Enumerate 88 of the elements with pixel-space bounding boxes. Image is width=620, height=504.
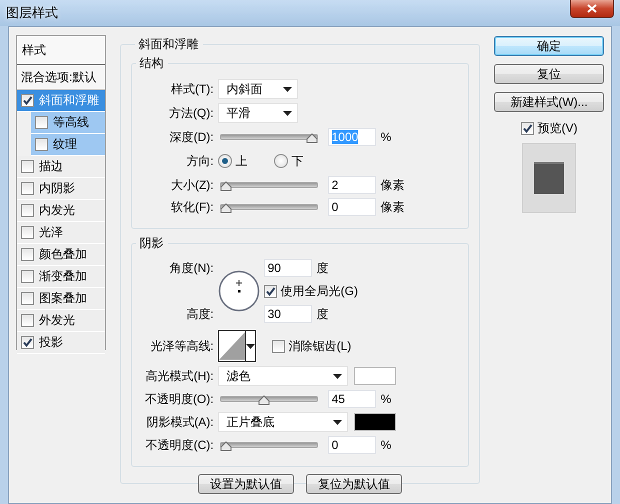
color-swatch[interactable] [354,413,396,431]
group-title: 阴影 [140,236,164,250]
checkbox[interactable] [272,340,285,352]
close-button[interactable] [570,0,614,18]
dropdown[interactable]: 平滑 [218,103,298,123]
unit-label: % [380,130,392,144]
slider-thumb[interactable] [220,203,232,213]
checkbox[interactable] [21,226,34,239]
caret-icon [332,374,342,378]
field-label: 方向: [185,152,215,170]
list-header: 样式 [22,42,46,58]
radio-label: 下 [292,152,304,170]
contour-curve-icon [218,331,246,361]
caret-icon [282,110,292,116]
slider[interactable] [220,131,318,143]
default-button[interactable]: 复位为默认值 [306,474,402,494]
slider-thumb[interactable] [220,441,232,451]
style-list-item[interactable]: 纹理 [31,134,105,156]
caret-icon [246,344,255,348]
slider-thumb[interactable] [258,395,270,405]
checkbox[interactable] [21,314,34,327]
field-label: 样式(T): [170,80,215,98]
slider[interactable] [220,393,318,405]
field-label: 深度(D): [168,128,215,146]
checkbox[interactable] [35,138,48,151]
style-list-item[interactable]: 混合选项:默认 [17,65,105,90]
field-label: 高光模式(H): [144,368,215,384]
checkbox[interactable] [520,122,534,135]
radio-button[interactable] [274,154,288,168]
input-field[interactable]: 45 [328,390,376,408]
field-label: 阴影模式(A): [145,414,215,430]
checkbox[interactable] [21,94,34,107]
checkbox-label: 消除锯齿(L) [288,338,352,354]
checkbox[interactable] [21,160,34,173]
window-title: 图层样式 [6,4,58,22]
radio-label: 上 [236,152,248,170]
field-label: 不透明度(C): [144,436,215,454]
slider[interactable] [220,201,318,213]
caret-icon [282,86,292,92]
checkbox-label: 使用全局光(G) [280,282,358,300]
unit-label: 像素 [380,176,405,194]
caret-icon [332,420,342,424]
checkbox[interactable] [21,182,34,195]
dialog-button[interactable]: 新建样式(W)... [494,92,604,112]
default-button[interactable]: 设置为默认值 [198,474,294,494]
unit-label: % [380,392,392,406]
checkbox-label: 预览(V) [538,120,578,137]
contour-picker[interactable] [218,330,256,362]
field-label: 不透明度(O): [144,390,215,408]
input-field[interactable]: 0 [328,436,376,454]
close-icon [587,4,597,13]
group-title: 斜面和浮雕 [138,37,199,51]
unit-label: 度 [316,306,329,322]
group-title: 结构 [140,56,164,70]
unit-label: 度 [316,260,329,276]
dialog-button[interactable]: 确定 [494,36,604,56]
input-field[interactable]: 30 [264,305,312,323]
dropdown[interactable]: 正片叠底 [218,412,348,432]
checkbox[interactable] [35,116,48,129]
unit-label: 像素 [380,198,405,216]
preview-thumbnail [522,143,576,213]
field-label: 高度: [185,306,215,322]
angle-dial[interactable] [218,270,260,312]
field-label: 方法(Q): [168,104,215,122]
style-list-item[interactable]: 等高线 [31,112,105,134]
input-field[interactable]: 90 [264,259,312,277]
slider-thumb[interactable] [220,181,232,191]
checkbox[interactable] [21,292,34,305]
dialog-button[interactable]: 复位 [494,64,604,84]
checkbox[interactable] [21,336,34,349]
input-field[interactable]: 0 [328,198,376,216]
dropdown[interactable]: 内斜面 [218,79,298,99]
slider[interactable] [220,179,318,191]
field-label: 光泽等高线: [149,338,215,354]
radio-button[interactable] [218,154,232,168]
checkbox[interactable] [21,204,34,217]
input-field[interactable]: 2 [328,176,376,194]
unit-label: % [380,438,392,452]
checkbox[interactable] [21,270,34,283]
field-label: 大小(Z): [170,176,215,194]
checkbox[interactable] [264,284,277,298]
field-label: 角度(N): [168,260,215,276]
slider-thumb[interactable] [306,133,318,143]
slider[interactable] [220,439,318,451]
field-label: 软化(F): [170,198,215,216]
checkbox[interactable] [21,248,34,261]
color-swatch[interactable] [354,367,396,385]
dropdown[interactable]: 滤色 [218,366,348,386]
